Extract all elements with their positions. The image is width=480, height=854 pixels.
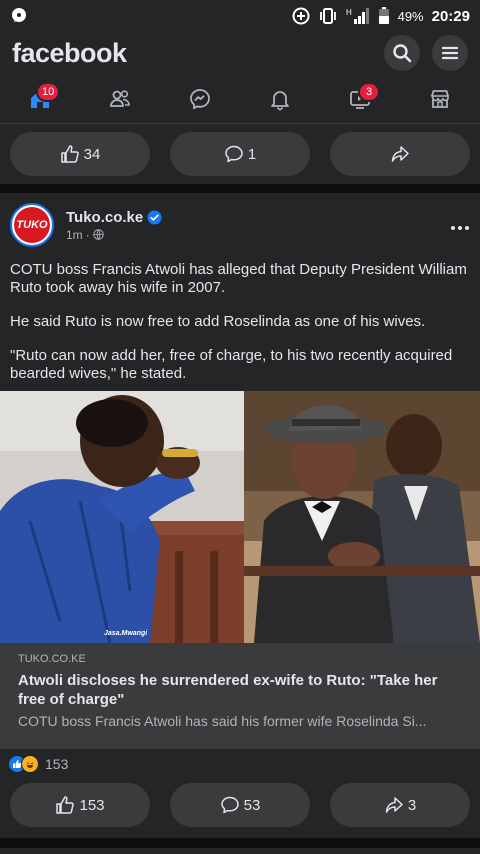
prev-comment-button[interactable]: 1 xyxy=(170,132,310,176)
post-text: COTU boss Francis Atwoli has alleged tha… xyxy=(10,261,470,399)
reaction-count: 153 xyxy=(45,756,69,772)
signal-icon: H xyxy=(346,7,370,25)
avatar[interactable]: TUKO xyxy=(10,203,54,247)
feed-post: TUKO Tuko.co.ke 1m · COTU boss Francis A… xyxy=(0,193,480,838)
author-name[interactable]: Tuko.co.ke xyxy=(66,209,143,226)
data-saver-icon xyxy=(292,7,310,25)
app-header: facebook xyxy=(0,32,480,74)
comment-button[interactable]: 53 xyxy=(170,783,310,827)
post-author[interactable]: Tuko.co.ke xyxy=(66,209,162,226)
tab-watch[interactable]: 3 xyxy=(320,74,400,123)
prev-like-count: 34 xyxy=(83,145,101,163)
friends-icon xyxy=(110,89,130,107)
globe-icon xyxy=(92,229,104,240)
post-photo[interactable]: Jasa.Mwangi xyxy=(0,391,480,643)
photo-left-atwoli: Jasa.Mwangi xyxy=(0,391,244,643)
battery-icon xyxy=(378,7,390,25)
verified-badge-icon xyxy=(147,209,162,225)
menu-icon xyxy=(441,46,459,60)
prev-like-button[interactable]: 34 xyxy=(10,132,150,176)
search-icon xyxy=(393,44,412,63)
avatar-logo: TUKO xyxy=(14,207,50,243)
marketplace-icon xyxy=(430,89,449,108)
post-actions: 153 53 3 xyxy=(0,775,480,835)
search-button[interactable] xyxy=(384,35,420,71)
like-icon xyxy=(56,796,75,814)
post-paragraph: "Ruto can now add her, free of charge, t… xyxy=(10,347,453,382)
post-timestamp: 1m · xyxy=(66,228,162,242)
tab-messenger[interactable] xyxy=(160,74,240,123)
menu-button[interactable] xyxy=(432,35,468,71)
more-dots-icon xyxy=(451,225,469,230)
home-badge: 10 xyxy=(36,82,61,102)
vibrate-icon xyxy=(318,7,338,25)
prev-comment-count: 1 xyxy=(247,145,257,163)
tab-notifications[interactable] xyxy=(240,74,320,123)
messenger-icon xyxy=(190,88,210,109)
post-paragraph: COTU boss Francis Atwoli has alleged tha… xyxy=(10,261,467,296)
feed-separator xyxy=(0,838,480,848)
share-icon xyxy=(391,146,409,162)
feed-separator xyxy=(0,184,480,193)
comment-icon xyxy=(225,145,243,163)
comment-icon xyxy=(220,796,239,814)
facebook-logo: facebook xyxy=(12,37,127,68)
post-time[interactable]: 1m xyxy=(66,228,83,242)
like-icon xyxy=(60,145,79,163)
prev-share-button[interactable] xyxy=(330,132,470,176)
link-preview[interactable]: TUKO.CO.KE Atwoli discloses he surrender… xyxy=(0,643,480,749)
tab-marketplace[interactable] xyxy=(400,74,480,123)
link-source: TUKO.CO.KE xyxy=(18,653,86,665)
link-description: COTU boss Francis Atwoli has said his fo… xyxy=(18,713,427,729)
like-count: 153 xyxy=(79,796,105,814)
prev-post-actions: 34 1 xyxy=(0,124,480,184)
photo-watermark: Jasa.Mwangi xyxy=(104,630,148,637)
like-button[interactable]: 153 xyxy=(10,783,150,827)
tab-bar: 10 3 xyxy=(0,74,480,124)
reaction-summary[interactable]: 153 xyxy=(8,753,68,775)
comment-count: 53 xyxy=(243,796,261,814)
chat-notification-icon xyxy=(10,7,28,25)
tab-friends[interactable] xyxy=(80,74,160,123)
notifications-icon xyxy=(271,90,289,110)
share-icon xyxy=(385,797,403,813)
dot-separator: · xyxy=(85,227,90,242)
haha-reaction-icon xyxy=(21,755,39,773)
more-options-button[interactable] xyxy=(450,214,470,237)
status-bar: H 49% 20:29 xyxy=(0,0,480,32)
share-button[interactable]: 3 xyxy=(330,783,470,827)
watch-badge: 3 xyxy=(358,82,380,102)
next-post-edge xyxy=(0,848,480,854)
link-title[interactable]: Atwoli discloses he surrendered ex-wife … xyxy=(18,671,462,709)
share-count: 3 xyxy=(407,796,417,814)
photo-right-ruto xyxy=(244,391,480,643)
status-time: 20:29 xyxy=(431,7,470,25)
post-header: TUKO Tuko.co.ke 1m · xyxy=(10,201,470,249)
battery-percentage: 49% xyxy=(397,8,424,24)
tab-home[interactable]: 10 xyxy=(0,74,80,123)
svg-text:H: H xyxy=(346,8,352,17)
post-paragraph: He said Ruto is now free to add Roselind… xyxy=(10,313,426,330)
